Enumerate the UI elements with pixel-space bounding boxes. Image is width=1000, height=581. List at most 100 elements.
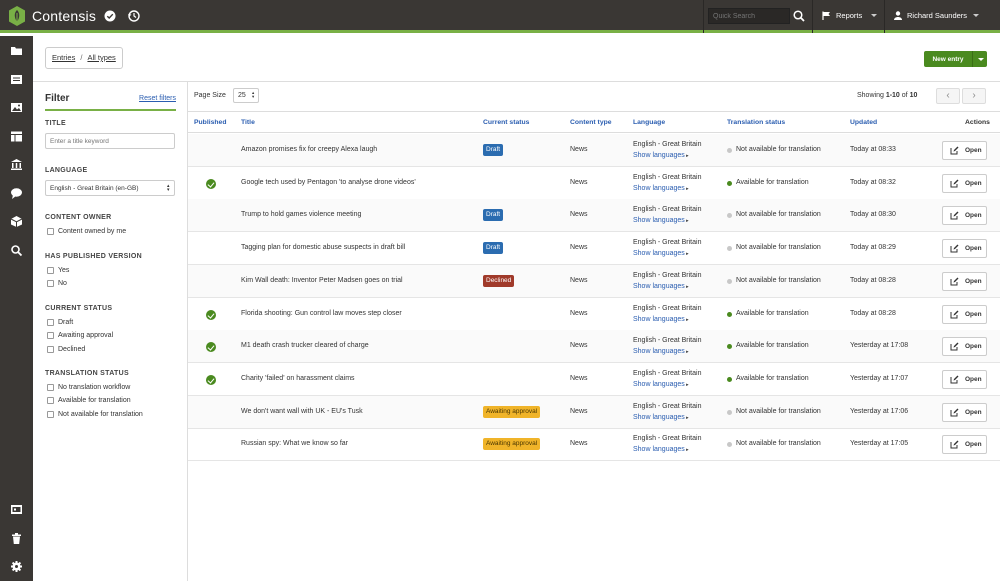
status-awaiting-checkbox[interactable]: Awaiting approval <box>47 332 113 339</box>
open-button[interactable]: Open <box>942 337 987 357</box>
search-icon[interactable] <box>792 9 806 23</box>
table-row[interactable]: M1 death crash trucker cleared of charge… <box>188 330 1000 364</box>
table-row[interactable]: Google tech used by Pentagon 'to analyse… <box>188 167 1000 200</box>
breadcrumb-all-types-link[interactable]: All types <box>87 53 115 62</box>
reset-filters-link[interactable]: Reset filters <box>139 95 176 102</box>
entry-title[interactable]: Russian spy: What we know so far <box>241 440 348 447</box>
translation-available-checkbox[interactable]: Available for translation <box>47 397 131 404</box>
checkbox[interactable] <box>47 397 54 404</box>
open-label: Open <box>965 441 982 449</box>
updated-time: Today at 08:32 <box>850 178 896 186</box>
table-row[interactable]: Florida shooting: Gun control law moves … <box>188 298 1000 331</box>
checkbox[interactable] <box>47 332 54 339</box>
checkbox[interactable] <box>47 228 54 235</box>
language-select[interactable]: English - Great Britain (en-GB) <box>45 180 175 196</box>
reports-menu[interactable]: Reports <box>822 11 862 20</box>
checkbox[interactable] <box>47 280 54 287</box>
chevron-down-icon[interactable] <box>871 14 877 17</box>
user-menu[interactable]: Richard Saunders <box>894 11 967 20</box>
open-button[interactable]: Open <box>942 369 987 389</box>
show-languages-link[interactable]: Show languages <box>633 316 689 323</box>
language-name: English - Great Britain <box>633 304 702 312</box>
prev-page-button[interactable]: ‹ <box>936 88 960 104</box>
gear-icon[interactable] <box>10 560 23 573</box>
image-icon[interactable] <box>10 101 23 114</box>
column-content-type[interactable]: Content type <box>570 119 612 126</box>
show-languages-link[interactable]: Show languages <box>633 414 689 421</box>
language-name: English - Great Britain <box>633 206 702 214</box>
table-row[interactable]: Kim Wall death: Inventor Peter Madsen go… <box>188 264 1000 298</box>
table-row[interactable]: Tagging plan for domestic abuse suspects… <box>188 232 1000 266</box>
checkbox[interactable] <box>47 384 54 391</box>
status-declined-checkbox[interactable]: Declined <box>47 346 85 353</box>
folder-icon[interactable] <box>10 44 23 57</box>
app-logo[interactable]: Contensis <box>8 5 96 27</box>
building-icon[interactable] <box>10 158 23 171</box>
search-icon[interactable] <box>10 244 23 257</box>
show-languages-link[interactable]: Show languages <box>633 283 689 290</box>
open-button[interactable]: Open <box>942 271 987 291</box>
title-keyword-input[interactable] <box>45 133 175 149</box>
cube-icon[interactable] <box>10 215 23 228</box>
entry-title[interactable]: Tagging plan for domestic abuse suspects… <box>241 244 405 251</box>
table-row[interactable]: Russian spy: What we know so far Awaiting… <box>188 428 1000 462</box>
chevron-down-icon[interactable] <box>973 14 979 17</box>
open-button[interactable]: Open <box>942 173 987 193</box>
trash-icon[interactable] <box>10 532 23 545</box>
page-size-select[interactable]: 25 <box>233 88 259 103</box>
open-button[interactable]: Open <box>942 206 987 226</box>
show-languages-link[interactable]: Show languages <box>633 152 689 159</box>
open-button[interactable]: Open <box>942 402 987 422</box>
open-button[interactable]: Open <box>942 141 987 160</box>
entry-title[interactable]: M1 death crash trucker cleared of charge <box>241 342 369 349</box>
history-icon[interactable] <box>127 9 141 23</box>
open-button[interactable]: Open <box>942 304 987 324</box>
show-languages-link[interactable]: Show languages <box>633 348 689 355</box>
entry-title[interactable]: Charity 'failed' on harassment claims <box>241 375 355 382</box>
layout-icon[interactable] <box>10 130 23 143</box>
table-row[interactable]: Amazon promises fix for creepy Alexa lau… <box>188 134 1000 167</box>
checkbox[interactable] <box>47 411 54 418</box>
status-draft-checkbox[interactable]: Draft <box>47 319 73 326</box>
checkbox[interactable] <box>47 346 54 353</box>
table-row[interactable]: Charity 'failed' on harassment claims New… <box>188 363 1000 396</box>
check-circle-icon[interactable] <box>103 9 117 23</box>
chevron-down-icon[interactable] <box>972 51 987 67</box>
entry-title[interactable]: Amazon promises fix for creepy Alexa lau… <box>241 146 377 153</box>
entry-title[interactable]: Trump to hold games violence meeting <box>241 211 361 218</box>
entries-icon[interactable] <box>10 73 23 86</box>
quick-search-input[interactable] <box>708 8 790 24</box>
entry-title[interactable]: Google tech used by Pentagon 'to analyse… <box>241 179 416 186</box>
column-language[interactable]: Language <box>633 119 665 126</box>
entry-title[interactable]: We don't want wall with UK - EU's Tusk <box>241 408 363 415</box>
translation-none-checkbox[interactable]: No translation workflow <box>47 384 130 391</box>
breadcrumb-entries-link[interactable]: Entries <box>52 53 75 62</box>
column-updated[interactable]: Updated <box>850 119 877 126</box>
column-translation-status[interactable]: Translation status <box>727 119 785 126</box>
column-published[interactable]: Published <box>194 119 226 126</box>
content-type: News <box>570 211 588 219</box>
checkbox[interactable] <box>47 267 54 274</box>
show-languages-link[interactable]: Show languages <box>633 381 689 388</box>
translation-not-available-checkbox[interactable]: Not available for translation <box>47 411 143 418</box>
table-row[interactable]: Trump to hold games violence meeting Draf… <box>188 199 1000 233</box>
column-title[interactable]: Title <box>241 119 255 126</box>
new-entry-button[interactable]: New entry <box>924 51 987 67</box>
published-no-checkbox[interactable]: No <box>47 280 67 287</box>
published-yes-checkbox[interactable]: Yes <box>47 267 69 274</box>
open-button[interactable]: Open <box>942 435 987 455</box>
show-languages-link[interactable]: Show languages <box>633 446 689 453</box>
table-row[interactable]: We don't want wall with UK - EU's Tusk Aw… <box>188 395 1000 429</box>
comment-icon[interactable] <box>10 187 23 200</box>
show-languages-link[interactable]: Show languages <box>633 185 689 192</box>
open-button[interactable]: Open <box>942 239 987 259</box>
entry-title[interactable]: Kim Wall death: Inventor Peter Madsen go… <box>241 277 403 284</box>
console-icon[interactable] <box>10 503 23 516</box>
show-languages-link[interactable]: Show languages <box>633 217 689 224</box>
checkbox[interactable] <box>47 319 54 326</box>
entry-title[interactable]: Florida shooting: Gun control law moves … <box>241 310 402 317</box>
show-languages-link[interactable]: Show languages <box>633 250 689 257</box>
owned-by-me-checkbox[interactable]: Content owned by me <box>47 228 126 235</box>
column-current-status[interactable]: Current status <box>483 119 529 126</box>
next-page-button[interactable]: › <box>962 88 986 104</box>
